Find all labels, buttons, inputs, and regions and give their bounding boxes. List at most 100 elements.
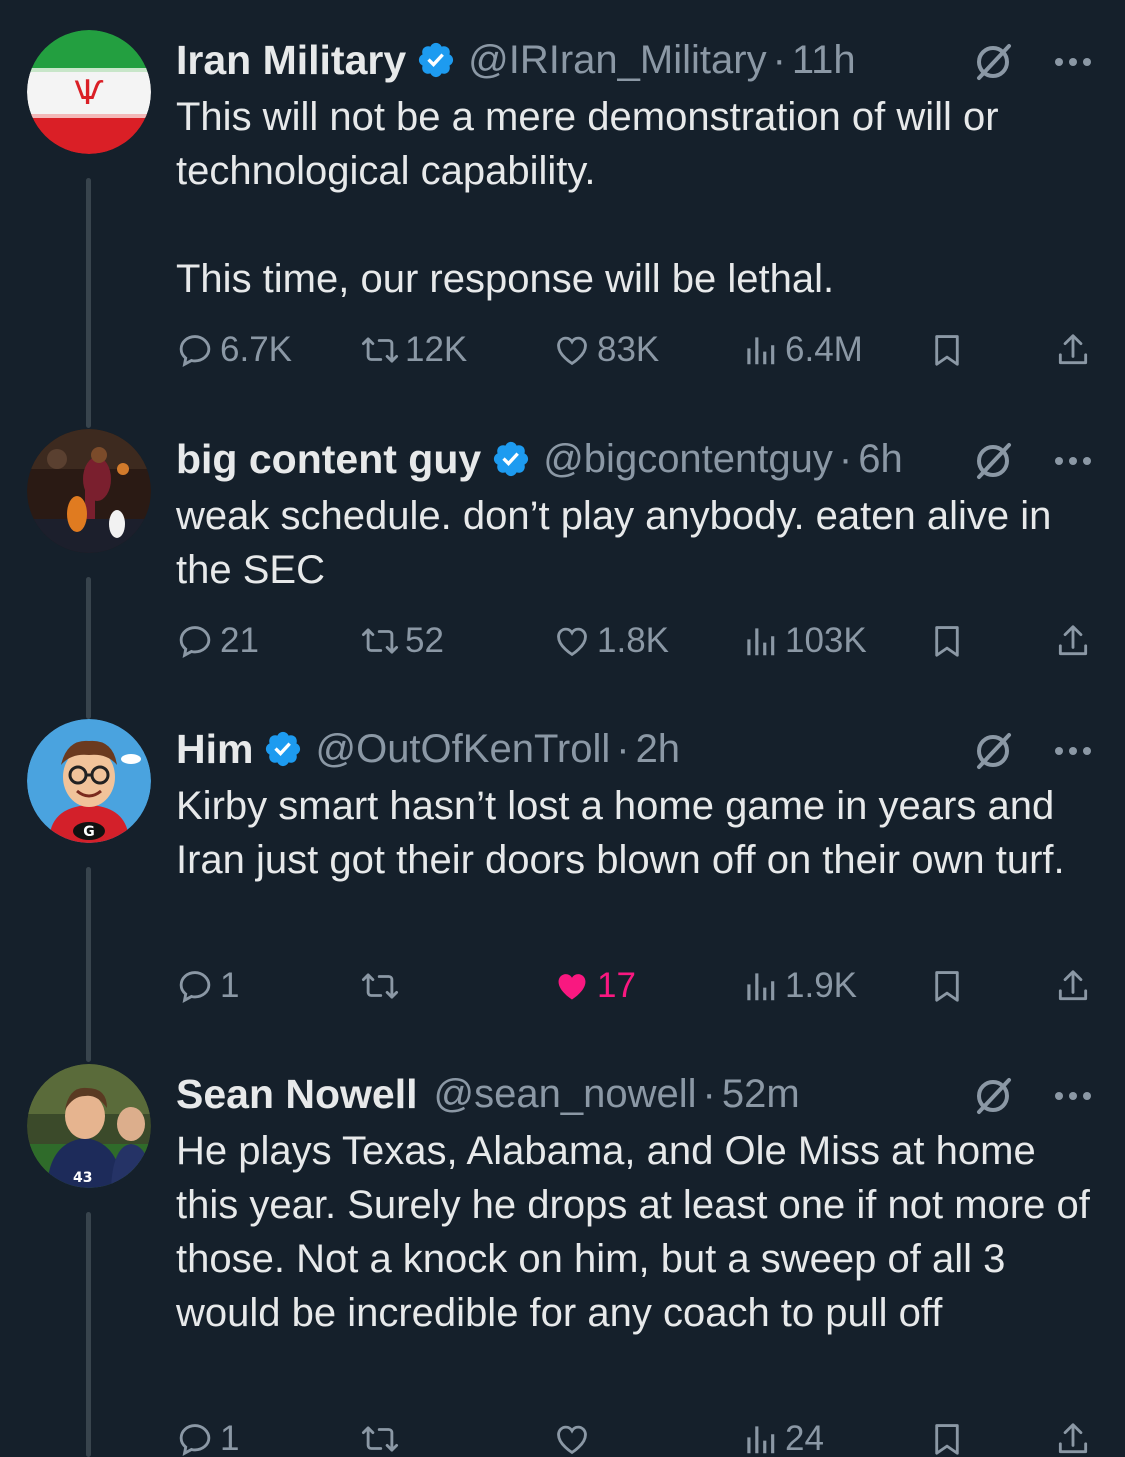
views-icon xyxy=(747,628,775,656)
separator-dot: · xyxy=(616,727,630,771)
like-icon xyxy=(558,974,586,1000)
timestamp[interactable]: 52m xyxy=(722,1064,800,1124)
views-icon xyxy=(747,1426,775,1454)
display-name[interactable]: Him xyxy=(176,719,253,779)
views-button[interactable]: 1.9K xyxy=(741,961,857,1011)
repost-icon xyxy=(361,973,399,999)
verified-badge-icon[interactable] xyxy=(263,729,303,769)
svg-text:G: G xyxy=(83,824,95,840)
reply-icon xyxy=(179,1424,211,1456)
reply-button[interactable]: 21 xyxy=(176,616,259,666)
like-button[interactable]: 83K xyxy=(553,325,659,375)
share-button[interactable] xyxy=(1054,616,1098,666)
grok-icon[interactable] xyxy=(971,439,1015,483)
tweet-text: weak schedule. don’t play anybody. eaten… xyxy=(176,494,1052,592)
action-bar: 1 17 1.9K xyxy=(176,961,1095,1011)
reply-button[interactable]: 1 xyxy=(176,1414,239,1457)
timestamp[interactable]: 11h xyxy=(792,30,856,90)
verified-badge-icon[interactable] xyxy=(416,40,456,80)
bookmark-icon xyxy=(935,1424,959,1455)
repost-button[interactable]: 52 xyxy=(361,616,444,666)
thread-line xyxy=(86,577,91,719)
reply-button[interactable]: 6.7K xyxy=(176,325,292,375)
user-handle[interactable]: @OutOfKenTroll xyxy=(315,719,610,779)
tweet-text: He plays Texas, Alabama, and Ole Miss at… xyxy=(176,1129,1090,1335)
tweet-sean-nowell[interactable]: 43 Sean Nowell @sean_nowell · 52m He pla… xyxy=(0,1064,1125,1457)
user-handle[interactable]: @sean_nowell xyxy=(434,1064,697,1124)
user-handle[interactable]: @IRIran_Military xyxy=(468,30,766,90)
reply-icon xyxy=(179,626,211,658)
grok-icon[interactable] xyxy=(971,40,1015,84)
more-icon[interactable] xyxy=(1051,729,1095,773)
like-count: 17 xyxy=(597,966,636,1005)
views-count: 6.4M xyxy=(785,330,863,369)
tweet-header: Sean Nowell @sean_nowell · 52m xyxy=(176,1064,1095,1124)
repost-button[interactable] xyxy=(361,961,405,1011)
action-bar: 21 52 1.8K 103K xyxy=(176,616,1095,666)
like-count: 1.8K xyxy=(597,621,669,660)
like-button[interactable]: 1.8K xyxy=(553,616,669,666)
tweet-him[interactable]: G Him @OutOfKenTroll · 2h Kirby smart ha… xyxy=(0,719,1125,1062)
like-button[interactable] xyxy=(553,1414,597,1457)
repost-count: 12K xyxy=(405,330,468,369)
timestamp[interactable]: 2h xyxy=(636,719,681,779)
bookmark-button[interactable] xyxy=(928,961,972,1011)
avatar-basketball-dunk[interactable] xyxy=(27,429,151,553)
bookmark-button[interactable] xyxy=(928,616,972,666)
avatar-cartoon-fan[interactable]: G xyxy=(27,719,151,843)
views-button[interactable]: 24 xyxy=(741,1414,824,1457)
bookmark-icon xyxy=(935,971,959,1002)
thread-line xyxy=(86,178,91,428)
repost-count: 52 xyxy=(405,621,444,660)
avatar-iran-flag[interactable]: Ѱ xyxy=(27,30,151,154)
share-button[interactable] xyxy=(1054,961,1098,1011)
like-count: 83K xyxy=(597,330,660,369)
grok-icon[interactable] xyxy=(971,1074,1015,1118)
reply-icon xyxy=(179,335,211,367)
like-button[interactable]: 17 xyxy=(553,961,636,1011)
tweet-text: This will not be a mere demonstration of… xyxy=(176,95,999,301)
separator-dot: · xyxy=(838,437,853,481)
share-icon xyxy=(1058,334,1088,365)
display-name[interactable]: big content guy xyxy=(176,429,481,489)
tweet-header: Iran Military @IRIran_Military · 11h xyxy=(176,30,1095,90)
share-button[interactable] xyxy=(1054,325,1098,375)
tweet-text: Kirby smart hasn’t lost a home game in y… xyxy=(176,784,1065,882)
bookmark-button[interactable] xyxy=(928,1414,972,1457)
repost-button[interactable]: 12K xyxy=(361,325,467,375)
reply-count: 1 xyxy=(220,1419,240,1457)
tweet-big-content-guy[interactable]: big content guy @bigcontentguy · 6h weak… xyxy=(0,429,1125,719)
verified-badge-icon[interactable] xyxy=(491,439,531,479)
views-button[interactable]: 6.4M xyxy=(741,325,863,375)
tweet-header: Him @OutOfKenTroll · 2h xyxy=(176,719,1095,779)
views-icon xyxy=(747,973,775,1001)
share-icon xyxy=(1058,970,1088,1001)
user-handle[interactable]: @bigcontentguy xyxy=(543,429,833,489)
more-icon[interactable] xyxy=(1051,439,1095,483)
separator-dot: · xyxy=(702,1072,716,1116)
share-button[interactable] xyxy=(1054,1414,1098,1457)
avatar-soccer-players[interactable]: 43 xyxy=(27,1064,151,1188)
repost-icon xyxy=(361,1426,399,1452)
more-icon[interactable] xyxy=(1051,1074,1095,1118)
grok-icon[interactable] xyxy=(971,729,1015,773)
thread-line xyxy=(86,867,91,1062)
views-button[interactable]: 103K xyxy=(741,616,867,666)
action-bar: 1 24 xyxy=(176,1414,1095,1457)
repost-icon xyxy=(361,628,399,654)
like-icon xyxy=(557,1425,587,1455)
display-name[interactable]: Sean Nowell xyxy=(176,1064,418,1124)
repost-icon xyxy=(361,337,399,363)
display-name[interactable]: Iran Military xyxy=(176,30,406,90)
repost-button[interactable] xyxy=(361,1414,405,1457)
bookmark-button[interactable] xyxy=(928,325,972,375)
separator-dot: · xyxy=(772,38,786,82)
timestamp[interactable]: 6h xyxy=(858,429,903,489)
reply-count: 6.7K xyxy=(220,330,292,369)
timeline: Ѱ Iran Military @IRIran_Military · 11h T… xyxy=(0,0,1125,1457)
more-icon[interactable] xyxy=(1051,40,1095,84)
share-icon xyxy=(1058,625,1088,656)
reply-button[interactable]: 1 xyxy=(176,961,239,1011)
tweet-iran-military[interactable]: Ѱ Iran Military @IRIran_Military · 11h T… xyxy=(0,30,1125,428)
views-icon xyxy=(747,337,775,365)
